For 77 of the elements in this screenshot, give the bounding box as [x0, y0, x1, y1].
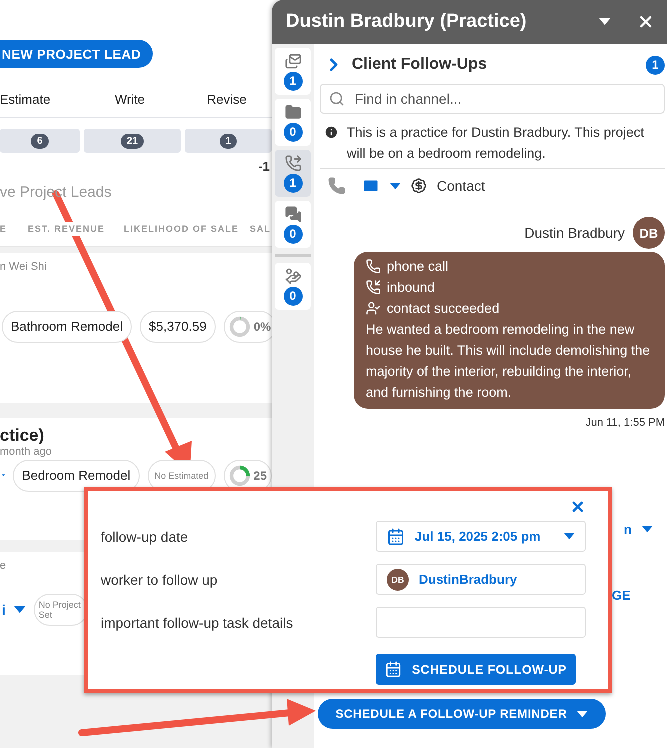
- info-text: This is a practice for Dustin Bradbury. This project will be on a bedroom remodeling.: [347, 124, 646, 163]
- stage-count: 6: [31, 134, 49, 148]
- message-text: He wanted a bedroom remodeling in the new house he built. This will include demolishing the majority of the interior, rebuilding the interior, and furnishing the room.: [366, 321, 652, 402]
- author-avatar: DB: [633, 217, 665, 249]
- stage-bar[interactable]: 1: [185, 129, 272, 153]
- worker-avatar: DB: [387, 568, 409, 590]
- stage-count: 21: [120, 134, 144, 148]
- incoming-call-icon: [366, 280, 381, 295]
- project-type-pill: Bathroom Remodel: [2, 311, 132, 343]
- stage-bar[interactable]: 6: [0, 129, 80, 153]
- stage-label: Revise: [206, 92, 248, 107]
- channel-badge: 1: [646, 56, 665, 74]
- message-tag: phone call: [387, 256, 449, 277]
- stage-label: Estimate: [0, 92, 52, 107]
- owner-name[interactable]: i: [2, 602, 6, 618]
- calendar-icon: [385, 661, 402, 678]
- user-check-icon: [366, 301, 381, 316]
- lead-card[interactable]: n Wei Shi Bathroom Remodel $5,370.59 0%: [0, 253, 272, 403]
- channel-title: Client Follow-Ups: [352, 56, 488, 74]
- close-icon[interactable]: [570, 499, 586, 515]
- count-badge: 1: [284, 174, 302, 192]
- folder-icon: [284, 104, 302, 120]
- phone-icon[interactable]: [328, 177, 346, 195]
- count-badge: 1: [284, 72, 302, 90]
- new-project-lead-button[interactable]: NEW PROJECT LEAD: [0, 40, 154, 68]
- caret-icon[interactable]: [14, 606, 26, 614]
- message-tag: contact succeeded: [387, 298, 500, 319]
- phone-forward-icon: [284, 154, 302, 172]
- caret-icon[interactable]: [642, 526, 653, 533]
- message-author: Dustin Bradbury: [524, 225, 625, 241]
- channel-tab[interactable]: 0: [275, 99, 311, 146]
- lead-subtitle: month ago: [0, 446, 52, 458]
- lead-title: ctice): [0, 426, 44, 446]
- info-icon: [324, 125, 339, 140]
- panel-title: Dustin Bradbury (Practice): [286, 11, 528, 33]
- stage-label: Write: [114, 92, 146, 107]
- worker-select[interactable]: DB DustinBradbury: [376, 564, 586, 595]
- schedule-reminder-button[interactable]: SCHEDULE A FOLLOW-UP REMINDER: [318, 699, 606, 729]
- schedule-follow-up-button[interactable]: SCHEDULE FOLLOW-UP: [376, 654, 576, 685]
- channel-tab[interactable]: 1: [275, 150, 311, 197]
- count-badge: 0: [284, 122, 302, 142]
- revenue-pill: $5,370.59: [140, 311, 216, 343]
- mail-stack-icon: [284, 52, 302, 70]
- phone-icon: [366, 259, 381, 274]
- date-picker[interactable]: Jul 15, 2025 2:05 pm: [376, 521, 586, 552]
- message-tag: inbound: [387, 277, 436, 298]
- caret-icon[interactable]: [577, 710, 588, 718]
- count-badge: 0: [284, 224, 302, 244]
- stage-count: 1: [220, 134, 238, 148]
- link-text[interactable]: GE: [612, 588, 631, 603]
- channel-tab[interactable]: 1: [275, 48, 311, 95]
- message-time: Jun 11, 1:55 PM: [586, 417, 665, 429]
- section-title: ve Project Leads: [0, 184, 112, 201]
- hand-coins-icon: [284, 268, 302, 284]
- lead-subtitle: n Wei Shi: [0, 261, 47, 273]
- chat-bubbles-icon: [284, 206, 302, 222]
- change-value: -1: [258, 159, 270, 174]
- search-field[interactable]: Find in channel...: [320, 84, 665, 114]
- stage-bar[interactable]: 21: [84, 129, 181, 153]
- details-input[interactable]: [376, 607, 586, 638]
- calendar-icon: [387, 528, 405, 546]
- channel-tab[interactable]: 0: [275, 263, 311, 310]
- search-icon: [329, 91, 345, 107]
- channel-tab[interactable]: 0: [275, 201, 311, 248]
- caret-icon[interactable]: [564, 533, 575, 540]
- likelihood-value: 25: [254, 469, 267, 483]
- field-label: important follow-up task details: [101, 614, 294, 630]
- lead-subtitle: e: [0, 560, 6, 572]
- caret-icon[interactable]: [390, 182, 401, 190]
- field-label: worker to follow up: [101, 572, 219, 588]
- dropdown-text[interactable]: n: [624, 522, 632, 537]
- project-type-pill: Bedroom Remodel: [13, 460, 140, 492]
- contact-label[interactable]: Contact: [437, 178, 486, 194]
- likelihood-value: 0%: [254, 320, 272, 334]
- caret-icon[interactable]: [599, 18, 611, 26]
- dollar-badge-icon: [411, 178, 427, 194]
- count-badge: 0: [284, 286, 302, 306]
